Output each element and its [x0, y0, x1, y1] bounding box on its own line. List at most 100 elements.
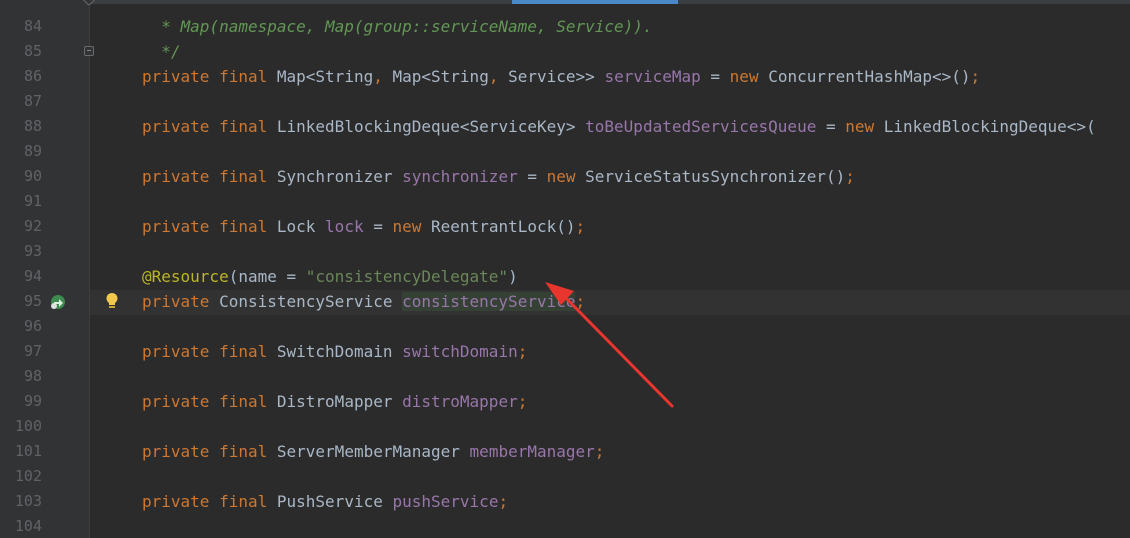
- code-line[interactable]: 92 private final Lock lock = new Reentran…: [0, 214, 1130, 239]
- code-line[interactable]: 97 private final SwitchDomain switchDomai…: [0, 339, 1130, 364]
- code-line[interactable]: 94 @Resource(name = "consistencyDelegate"…: [0, 264, 1130, 289]
- code-text: */: [142, 39, 181, 64]
- code-line[interactable]: 86 private final Map<String, Map<String, …: [0, 64, 1130, 89]
- code-token: private: [142, 67, 210, 86]
- code-token: new: [729, 67, 759, 86]
- code-token: lock: [325, 217, 364, 236]
- line-number: 88: [23, 117, 42, 135]
- code-token: private: [142, 167, 210, 186]
- code-token: consistencyService: [402, 292, 576, 311]
- code-text: private final Lock lock = new ReentrantL…: [142, 214, 585, 239]
- code-token: ;: [970, 67, 981, 86]
- code-token: ConcurrentHashMap<>(): [758, 67, 971, 86]
- code-token: ;: [517, 342, 528, 361]
- code-text: private final DistroMapper distroMapper;: [142, 389, 527, 414]
- code-token: ReentrantLock(): [421, 217, 576, 236]
- line-number: 98: [23, 367, 42, 385]
- code-token: switchDomain: [402, 342, 518, 361]
- code-token: final: [219, 442, 268, 461]
- code-token: LinkedBlockingDeque<>(: [874, 117, 1096, 136]
- code-token: pushService: [392, 492, 499, 511]
- code-text: private final PushService pushService;: [142, 489, 508, 514]
- code-token: ,: [373, 67, 383, 86]
- code-text: private ConsistencyService consistencySe…: [142, 289, 585, 314]
- code-token: private: [142, 442, 210, 461]
- code-token: private: [142, 292, 210, 311]
- code-line[interactable]: 87: [0, 89, 1130, 114]
- code-editor[interactable]: 84 * Map(namespace, Map(group::serviceNa…: [0, 0, 1130, 538]
- code-token: ;: [845, 167, 855, 186]
- code-token: Map<String: [267, 67, 374, 86]
- line-number: 91: [23, 192, 42, 210]
- code-text: private final ServerMemberManager member…: [142, 439, 604, 464]
- code-line[interactable]: 93: [0, 239, 1130, 264]
- code-line[interactable]: 95 private ConsistencyService consistency…: [0, 289, 1130, 314]
- line-number: 87: [23, 92, 42, 110]
- code-token: @Resource: [142, 267, 229, 286]
- line-number: 89: [23, 142, 42, 160]
- code-line[interactable]: 85 */: [0, 39, 1130, 64]
- code-token: new: [845, 117, 875, 136]
- code-token: Service>>: [498, 67, 605, 86]
- code-line[interactable]: 99 private final DistroMapper distroMappe…: [0, 389, 1130, 414]
- code-token: * Map(namespace, Map(group::serviceName,…: [161, 17, 653, 36]
- line-number: 102: [14, 467, 42, 485]
- code-line[interactable]: 96: [0, 314, 1130, 339]
- code-token: final: [219, 67, 268, 86]
- code-token: ;: [498, 492, 509, 511]
- code-line[interactable]: 102: [0, 464, 1130, 489]
- code-line[interactable]: 91: [0, 189, 1130, 214]
- line-number: 104: [14, 517, 42, 535]
- code-token: LinkedBlockingDeque<ServiceKey>: [267, 117, 586, 136]
- code-line[interactable]: 84 * Map(namespace, Map(group::serviceNa…: [0, 14, 1130, 39]
- line-number: 99: [23, 392, 42, 410]
- implemented-override-icon[interactable]: [48, 292, 68, 312]
- code-token: final: [219, 342, 268, 361]
- code-token: SwitchDomain: [267, 342, 403, 361]
- active-tab-indicator[interactable]: [512, 0, 678, 4]
- code-token: final: [219, 167, 268, 186]
- code-line[interactable]: 88 private final LinkedBlockingDeque<Serv…: [0, 114, 1130, 139]
- line-number: 101: [14, 442, 42, 460]
- code-token: =: [816, 117, 846, 136]
- code-token: ServerMemberManager: [267, 442, 470, 461]
- code-text: private final Map<String, Map<String, Se…: [142, 64, 980, 89]
- code-token: */: [161, 42, 181, 61]
- code-token: distroMapper: [402, 392, 518, 411]
- code-token: toBeUpdatedServicesQueue: [585, 117, 817, 136]
- code-lines: 84 * Map(namespace, Map(group::serviceNa…: [0, 14, 1130, 538]
- code-text: private final LinkedBlockingDeque<Servic…: [142, 114, 1096, 139]
- intention-bulb-icon[interactable]: [104, 292, 120, 310]
- code-token: serviceMap: [604, 67, 701, 86]
- code-text: * Map(namespace, Map(group::serviceName,…: [142, 14, 653, 39]
- code-token: private: [142, 342, 210, 361]
- code-token: final: [219, 117, 268, 136]
- code-line[interactable]: 104: [0, 514, 1130, 538]
- code-token: new: [546, 167, 576, 186]
- line-number: 92: [23, 217, 42, 235]
- line-number: 97: [23, 342, 42, 360]
- code-line[interactable]: 101 private final ServerMemberManager mem…: [0, 439, 1130, 464]
- line-number: 90: [23, 167, 42, 185]
- line-number: 93: [23, 242, 42, 260]
- code-line[interactable]: 100: [0, 414, 1130, 439]
- code-token: ServiceStatusSynchronizer(): [575, 167, 846, 186]
- line-number: 84: [23, 17, 42, 35]
- code-token: DistroMapper: [267, 392, 403, 411]
- code-token: private: [142, 392, 210, 411]
- code-line[interactable]: 90 private final Synchronizer synchronize…: [0, 164, 1130, 189]
- code-line[interactable]: 103 private final PushService pushService…: [0, 489, 1130, 514]
- code-line[interactable]: 89: [0, 139, 1130, 164]
- code-line[interactable]: 98: [0, 364, 1130, 389]
- code-token: Map<String: [382, 67, 489, 86]
- code-text: @Resource(name = "consistencyDelegate"): [142, 264, 518, 289]
- code-text: private final SwitchDomain switchDomain;: [142, 339, 527, 364]
